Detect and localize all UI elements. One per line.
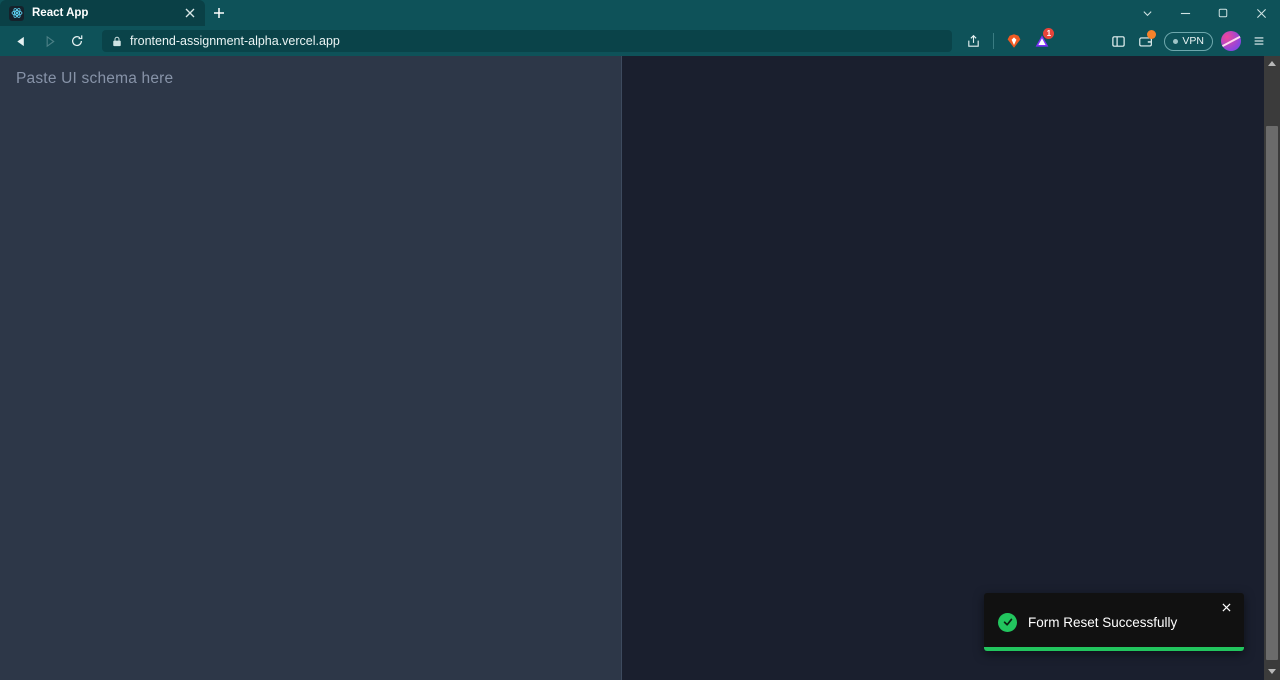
extension-badge-count: 1 <box>1043 28 1055 39</box>
page-scrollbar[interactable] <box>1264 56 1280 680</box>
hamburger-menu-icon[interactable] <box>1246 28 1272 54</box>
triangle-extension-icon[interactable]: 1 <box>1029 28 1055 54</box>
navigation-toolbar: frontend-assignment-alpha.vercel.app 1 V… <box>0 26 1280 56</box>
scrollbar-track[interactable] <box>1264 72 1280 664</box>
address-bar[interactable]: frontend-assignment-alpha.vercel.app <box>102 30 953 52</box>
reload-icon[interactable] <box>64 28 90 54</box>
toast-progress-bar <box>984 647 1244 651</box>
page-viewport: Paste UI schema here Form Reset Successf… <box>0 56 1280 680</box>
tab-title: React App <box>32 7 89 19</box>
url-text: frontend-assignment-alpha.vercel.app <box>130 34 340 48</box>
new-tab-button[interactable] <box>205 0 233 26</box>
tab-search-button[interactable] <box>1128 0 1166 26</box>
back-arrow-icon[interactable] <box>8 28 34 54</box>
toolbar-divider <box>993 33 995 49</box>
lock-icon <box>112 36 122 47</box>
browser-tab-react-app[interactable]: React App <box>0 0 205 26</box>
close-window-button[interactable] <box>1242 0 1280 26</box>
vpn-label: VPN <box>1182 35 1204 47</box>
brave-lion-icon[interactable] <box>1001 28 1027 54</box>
scroll-down-arrow-icon[interactable] <box>1264 664 1280 680</box>
tab-strip: React App <box>0 0 1280 26</box>
forward-arrow-icon <box>36 28 62 54</box>
minimize-button[interactable] <box>1166 0 1204 26</box>
avatar-icon <box>1221 31 1241 51</box>
avatar[interactable] <box>1218 28 1244 54</box>
tab-close-icon[interactable] <box>181 4 199 22</box>
react-logo-icon <box>9 5 24 21</box>
toast-close-icon[interactable] <box>1218 599 1234 615</box>
window-controls <box>1128 0 1280 26</box>
browser-toolbar-icons: 1 VPN <box>960 28 1272 54</box>
toast-message: Form Reset Successfully <box>1028 614 1178 630</box>
toast-notification[interactable]: Form Reset Successfully <box>984 593 1244 651</box>
form-preview-panel: Form Reset Successfully <box>622 56 1264 680</box>
browser-window: React App frontend-assignment-alpha.verc… <box>0 0 1280 680</box>
share-icon[interactable] <box>960 28 986 54</box>
wallet-icon[interactable] <box>1133 28 1159 54</box>
schema-input-placeholder: Paste UI schema here <box>16 70 174 87</box>
sidebar-panel-icon[interactable] <box>1105 28 1131 54</box>
maximize-button[interactable] <box>1204 0 1242 26</box>
scroll-up-arrow-icon[interactable] <box>1264 56 1280 72</box>
scrollbar-thumb[interactable] <box>1266 126 1278 660</box>
app-root: Paste UI schema here Form Reset Successf… <box>0 56 1264 680</box>
vpn-button[interactable]: VPN <box>1164 31 1213 51</box>
vpn-status-dot <box>1173 38 1179 44</box>
wallet-badge-dot <box>1147 30 1157 39</box>
schema-editor-panel[interactable]: Paste UI schema here <box>0 56 622 680</box>
check-circle-icon <box>998 612 1017 632</box>
